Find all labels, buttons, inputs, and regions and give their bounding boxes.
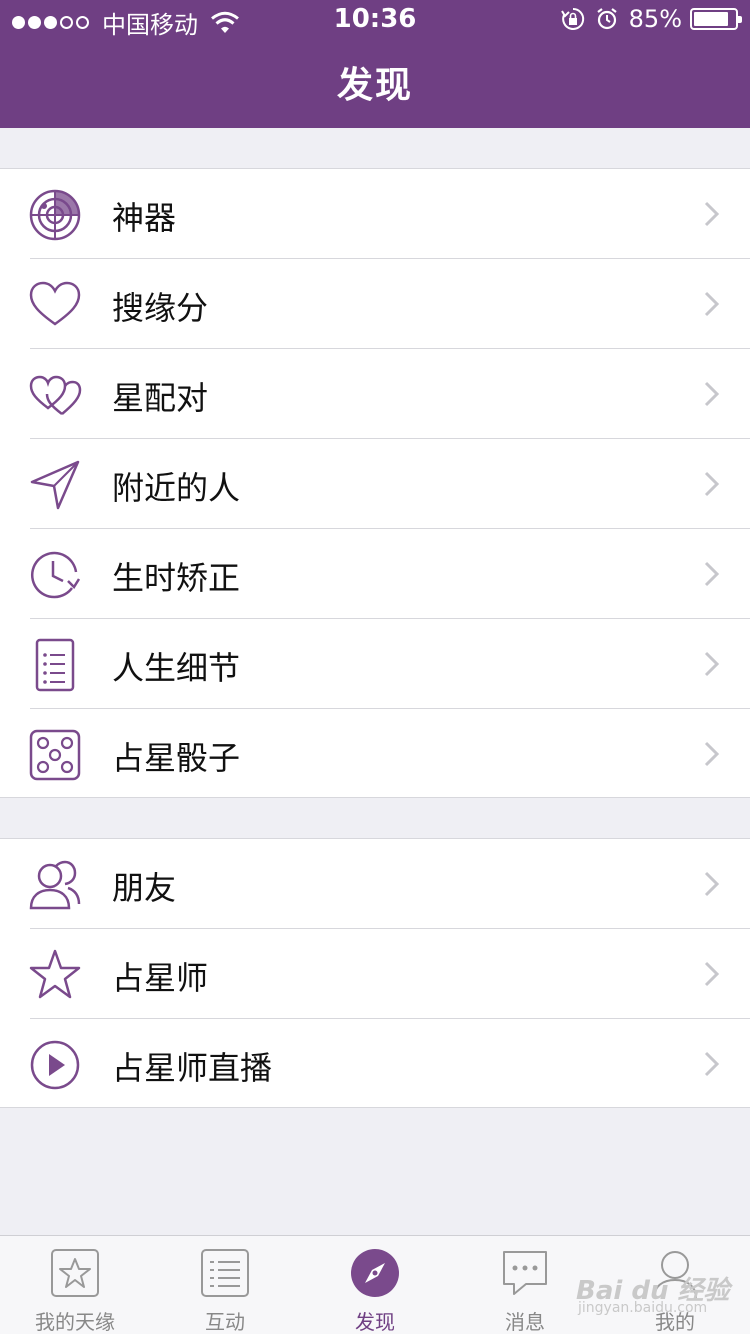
status-bar: 中国移动 10:36 85% (0, 0, 750, 40)
heart-icon (28, 278, 82, 332)
chevron-right-icon (704, 291, 720, 317)
discover-list-main: 神器 搜缘分 星配对 附近的人 生时矫正 人生细节 占星骰子 (0, 168, 750, 798)
chevron-right-icon (704, 741, 720, 767)
tab-label: 发现 (355, 1310, 395, 1334)
list-item-label: 生时矫正 (112, 559, 241, 597)
list-item-birth-time-correction[interactable]: 生时矫正 (0, 529, 750, 619)
radar-icon (28, 188, 82, 242)
star-icon (28, 948, 82, 1002)
top-bar: 中国移动 10:36 85% 发现 (0, 0, 750, 128)
battery-icon (690, 8, 742, 30)
list-item-life-details[interactable]: 人生细节 (0, 619, 750, 709)
compass-icon (350, 1248, 400, 1298)
clock-refresh-icon (28, 548, 82, 602)
list-item-souyuanfen[interactable]: 搜缘分 (0, 259, 750, 349)
list-item-label: 占星师 (112, 959, 209, 997)
list-item-xingpeidui[interactable]: 星配对 (0, 349, 750, 439)
tab-label: 互动 (205, 1310, 245, 1334)
list-box-icon (200, 1248, 250, 1298)
list-item-label: 占星骰子 (112, 739, 241, 777)
battery-percent: 85% (628, 5, 682, 33)
list-item-friends[interactable]: 朋友 (0, 839, 750, 929)
chevron-right-icon (704, 381, 720, 407)
list-item-label: 人生细节 (112, 649, 241, 687)
tab-label: 我的天缘 (35, 1310, 115, 1334)
location-arrow-icon (28, 458, 82, 512)
list-item-astro-dice[interactable]: 占星骰子 (0, 709, 750, 799)
dice-icon (28, 728, 82, 782)
battery-fill (694, 12, 728, 26)
alarm-icon (596, 8, 617, 30)
chevron-right-icon (704, 471, 720, 497)
chevron-right-icon (704, 201, 720, 227)
discover-list-social: 朋友 占星师 占星师直播 (0, 838, 750, 1108)
chevron-right-icon (704, 1051, 720, 1077)
list-item-label: 占星师直播 (112, 1049, 273, 1087)
list-item-astrologer[interactable]: 占星师 (0, 929, 750, 1019)
star-box-icon (50, 1248, 100, 1298)
list-item-label: 朋友 (112, 869, 177, 907)
page-title: 发现 (336, 65, 413, 106)
list-item-label: 神器 (112, 199, 177, 237)
tab-interaction[interactable]: 互动 (150, 1236, 300, 1334)
double-heart-icon (28, 368, 82, 422)
rotation-lock-icon (560, 7, 584, 30)
watermark-url: jingyan.baidu.com (578, 1300, 708, 1316)
friends-icon (28, 858, 82, 912)
list-item-label: 附近的人 (112, 469, 241, 507)
chevron-right-icon (704, 961, 720, 987)
list-item-astrologer-live[interactable]: 占星师直播 (0, 1019, 750, 1109)
list-item-label: 星配对 (112, 379, 209, 417)
list-document-icon (28, 638, 82, 692)
chevron-right-icon (704, 561, 720, 587)
chat-bubble-icon (500, 1248, 550, 1298)
chevron-right-icon (704, 651, 720, 677)
tab-my-fate[interactable]: 我的天缘 (0, 1236, 150, 1334)
list-item-nearby-people[interactable]: 附近的人 (0, 439, 750, 529)
list-item-label: 搜缘分 (112, 289, 209, 327)
list-item-shenqi[interactable]: 神器 (0, 169, 750, 259)
play-circle-icon (28, 1038, 82, 1092)
chevron-right-icon (704, 871, 720, 897)
tab-discover[interactable]: 发现 (300, 1236, 450, 1334)
